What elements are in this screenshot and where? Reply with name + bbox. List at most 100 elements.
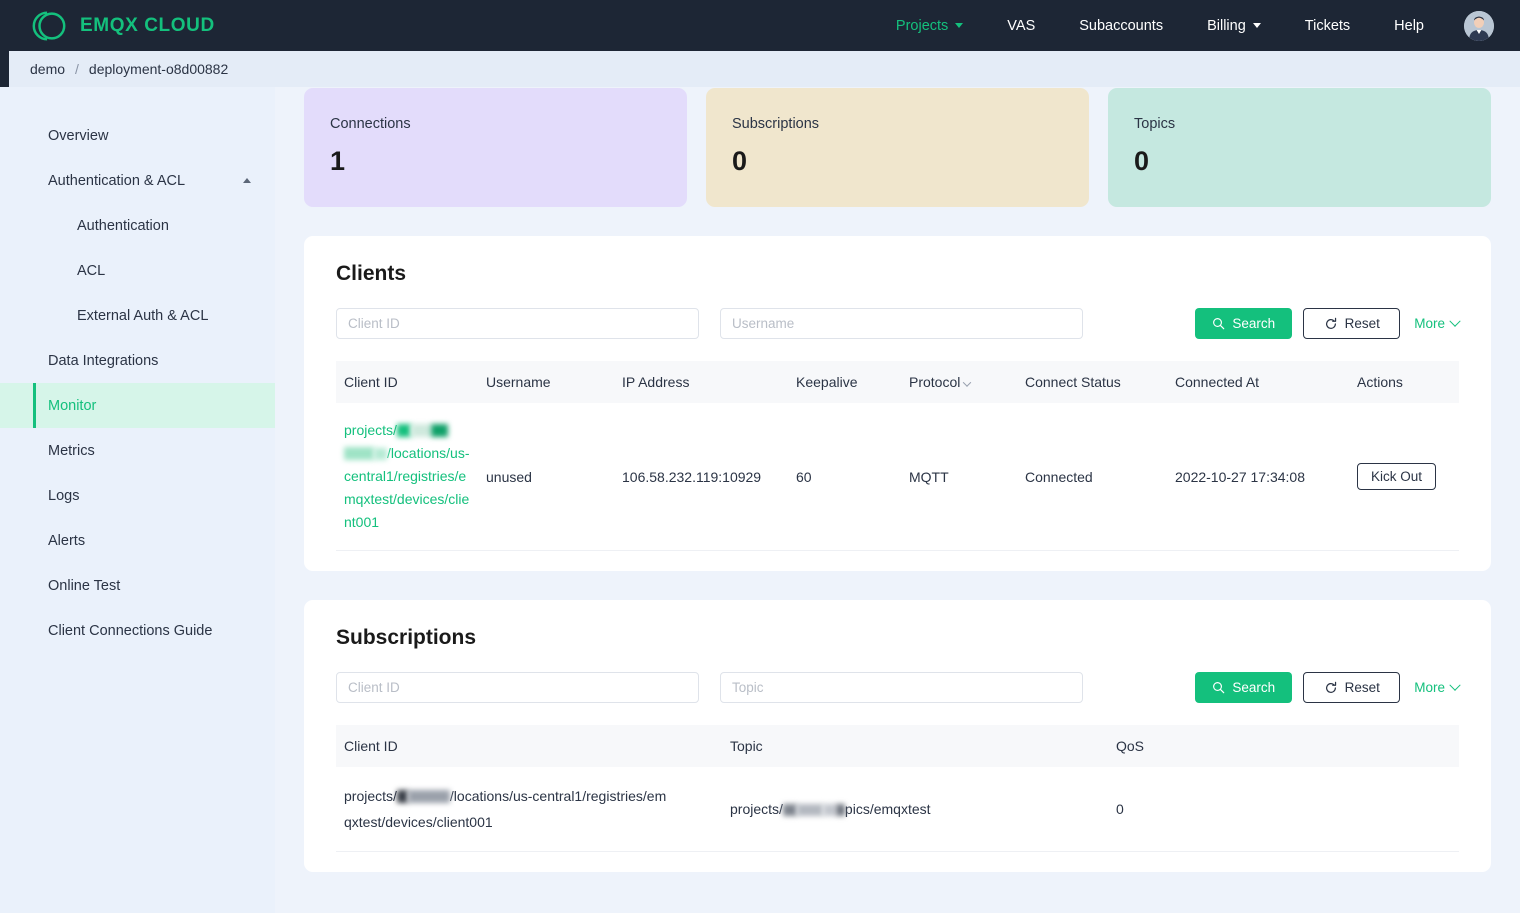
user-avatar-icon[interactable]	[1464, 11, 1494, 41]
brand-logo[interactable]: EMQX CLOUD	[30, 7, 215, 45]
sidebar-item-data-integrations[interactable]: Data Integrations	[0, 338, 275, 383]
sidebar-item-online-test[interactable]: Online Test	[0, 563, 275, 608]
clients-action-buttons: Search Reset More	[1195, 308, 1459, 339]
subscriptions-table-header-row: Client ID Topic QoS	[336, 725, 1459, 767]
clients-panel-title: Clients	[336, 262, 1459, 286]
nav-label-vas: VAS	[1007, 18, 1035, 34]
nav-item-vas[interactable]: VAS	[985, 0, 1057, 51]
clients-more-label: More	[1414, 316, 1445, 331]
nav-label-help: Help	[1394, 18, 1424, 34]
clients-username-input[interactable]	[720, 308, 1083, 339]
redaction-block	[397, 790, 408, 803]
sidebar-item-overview[interactable]: Overview	[0, 113, 275, 158]
sidebar-item-monitor[interactable]: Monitor	[0, 383, 275, 428]
nav-label-billing: Billing	[1207, 18, 1246, 34]
sidebar-item-logs[interactable]: Logs	[0, 473, 275, 518]
left-edge-accent	[0, 51, 9, 87]
subscriptions-cell-topic: projects/pics/emqxtest	[722, 767, 1108, 852]
sidebar-item-acl[interactable]: ACL	[0, 248, 275, 293]
stat-card-connections: Connections 1	[304, 88, 687, 207]
chevron-up-icon	[243, 178, 251, 183]
subscriptions-filter-bar: Search Reset More	[336, 672, 1459, 703]
clients-panel: Clients Search Reset	[304, 236, 1491, 571]
sidebar-label-data-integrations: Data Integrations	[48, 353, 158, 369]
nav-item-tickets[interactable]: Tickets	[1283, 0, 1372, 51]
nav-label-tickets: Tickets	[1305, 18, 1350, 34]
sidebar-label-overview: Overview	[48, 128, 108, 144]
subscriptions-topic-input[interactable]	[720, 672, 1083, 703]
subscriptions-col-client-id: Client ID	[336, 725, 722, 767]
chevron-down-icon	[963, 378, 971, 386]
clients-reset-label: Reset	[1345, 316, 1380, 331]
kick-out-button[interactable]: Kick Out	[1357, 463, 1436, 490]
emqx-logo-icon	[30, 7, 68, 45]
subscriptions-reset-button[interactable]: Reset	[1303, 672, 1400, 703]
sidebar-item-external-auth-acl[interactable]: External Auth & ACL	[0, 293, 275, 338]
breadcrumb-deployment[interactable]: deployment-o8d00882	[89, 61, 228, 77]
subscriptions-table: Client ID Topic QoS projects//locations/…	[336, 725, 1459, 852]
top-navigation-bar: EMQX CLOUD Projects VAS Subaccounts Bill…	[0, 0, 1520, 51]
redaction-block	[783, 804, 797, 816]
subscriptions-client-id-input[interactable]	[336, 672, 699, 703]
clients-cell-protocol: MQTT	[901, 403, 1017, 551]
sidebar-item-alerts[interactable]: Alerts	[0, 518, 275, 563]
nav-label-subaccounts: Subaccounts	[1079, 18, 1163, 34]
sidebar-label-monitor: Monitor	[48, 398, 96, 414]
clients-col-connected-at: Connected At	[1167, 361, 1349, 403]
sub-topic-tail: pics/emqxtest	[845, 801, 931, 817]
top-nav-items: Projects VAS Subaccounts Billing Tickets…	[874, 0, 1494, 51]
subscriptions-cell-qos: 0	[1108, 767, 1459, 852]
chevron-down-icon	[1449, 315, 1460, 326]
subscriptions-cell-client-id: projects//locations/us-central1/registri…	[336, 767, 722, 852]
redaction-block	[411, 424, 431, 437]
breadcrumb: demo / deployment-o8d00882	[0, 51, 1520, 87]
clients-reset-button[interactable]: Reset	[1303, 308, 1400, 339]
sub-client-id-prefix: projects/	[344, 788, 397, 804]
clients-col-protocol[interactable]: Protocol	[901, 361, 1017, 403]
sidebar-item-authentication[interactable]: Authentication	[0, 203, 275, 248]
clients-more-button[interactable]: More	[1411, 316, 1459, 331]
clients-cell-connect-status: Connected	[1017, 403, 1167, 551]
redaction-block	[836, 804, 845, 816]
sidebar-item-authentication-acl[interactable]: Authentication & ACL	[0, 158, 275, 203]
clients-table-row: projects//locations/us-central1/registri…	[336, 403, 1459, 551]
sidebar-item-client-connections-guide[interactable]: Client Connections Guide	[0, 608, 275, 653]
nav-item-help[interactable]: Help	[1372, 0, 1446, 51]
clients-search-button[interactable]: Search	[1195, 308, 1292, 339]
clients-cell-connected-at: 2022-10-27 17:34:08	[1167, 403, 1349, 551]
chevron-down-icon	[955, 23, 963, 28]
subscriptions-action-buttons: Search Reset More	[1195, 672, 1459, 703]
chevron-down-icon	[1449, 679, 1460, 690]
clients-table-header-row: Client ID Username IP Address Keepalive …	[336, 361, 1459, 403]
clients-client-id-input[interactable]	[336, 308, 699, 339]
nav-item-subaccounts[interactable]: Subaccounts	[1057, 0, 1185, 51]
nav-item-projects[interactable]: Projects	[874, 0, 985, 51]
redaction-block	[408, 790, 450, 803]
refresh-icon	[1324, 317, 1338, 331]
stat-label-subscriptions: Subscriptions	[732, 116, 1063, 132]
clients-col-protocol-label: Protocol	[909, 374, 960, 390]
redaction-block	[431, 424, 448, 437]
clients-cell-username: unused	[478, 403, 614, 551]
clients-search-label: Search	[1232, 316, 1275, 331]
clients-col-connect-status: Connect Status	[1017, 361, 1167, 403]
clients-col-keepalive: Keepalive	[788, 361, 901, 403]
subscriptions-search-button[interactable]: Search	[1195, 672, 1292, 703]
nav-item-billing[interactable]: Billing	[1185, 0, 1283, 51]
stat-value-connections: 1	[330, 146, 661, 177]
subscriptions-more-button[interactable]: More	[1411, 680, 1459, 695]
breadcrumb-project[interactable]: demo	[30, 61, 65, 77]
subscriptions-panel: Subscriptions Search Reset	[304, 600, 1491, 872]
sidebar-item-metrics[interactable]: Metrics	[0, 428, 275, 473]
sidebar: Overview Authentication & ACL Authentica…	[0, 87, 275, 913]
breadcrumb-separator: /	[75, 61, 79, 77]
stat-card-subscriptions: Subscriptions 0	[706, 88, 1089, 207]
sidebar-label-client-connections-guide: Client Connections Guide	[48, 623, 212, 639]
search-icon	[1212, 681, 1225, 694]
stat-value-topics: 0	[1134, 146, 1465, 177]
stat-card-topics: Topics 0	[1108, 88, 1491, 207]
redaction-block	[823, 804, 836, 816]
subscriptions-search-label: Search	[1232, 680, 1275, 695]
sidebar-label-alerts: Alerts	[48, 533, 85, 549]
client-id-link[interactable]: projects//locations/us-central1/registri…	[344, 419, 470, 534]
